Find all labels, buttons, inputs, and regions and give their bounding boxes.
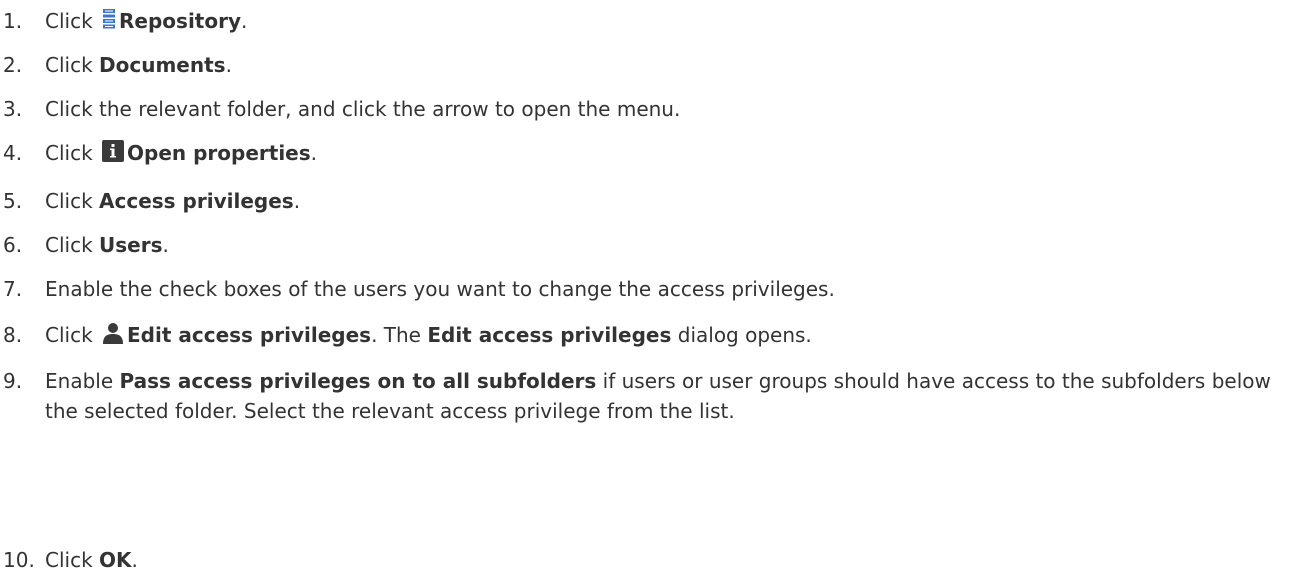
- step-text: Click: [45, 141, 100, 165]
- step-number: 5.: [3, 189, 23, 213]
- user-icon: [102, 322, 124, 352]
- step-number: 4.: [3, 141, 23, 165]
- step-bold-label: Edit access privileges: [127, 323, 372, 347]
- info-icon: [102, 140, 125, 170]
- step-text: Click: [45, 9, 100, 33]
- step-text: Click: [45, 233, 100, 257]
- step-text: Enable: [45, 369, 120, 393]
- step-bold-label: OK: [99, 548, 132, 572]
- step-text: Click: [45, 323, 100, 347]
- step-text: Enable the check boxes of the users you …: [45, 277, 835, 301]
- step-bold-label: Users: [99, 233, 163, 257]
- step-text: Click: [45, 189, 100, 213]
- instruction-steps: 1. Click Repository. 2. Click Documents.…: [0, 0, 1306, 582]
- step-text: Click: [45, 53, 100, 77]
- step-number: 2.: [3, 53, 23, 77]
- step-bold-label: Pass access privileges on to all subfold…: [119, 369, 597, 393]
- step-bold-label: Access privileges: [99, 189, 294, 213]
- step-number: 10.: [3, 548, 35, 572]
- step-number: 8.: [3, 323, 23, 347]
- step-bold-label: Open properties: [127, 141, 311, 165]
- step-text: Click the relevant folder, and click the…: [45, 97, 681, 121]
- step-number: 1.: [3, 9, 23, 33]
- step-number: 6.: [3, 233, 23, 257]
- step-text: Click: [45, 548, 100, 572]
- step-number: 3.: [3, 97, 23, 121]
- repository-icon: [102, 8, 116, 38]
- dialog-name-label: Edit access privileges: [427, 323, 672, 347]
- step-number: 9.: [3, 369, 23, 393]
- step-bold-label: Documents: [99, 53, 226, 77]
- step-number: 7.: [3, 277, 23, 301]
- step-bold-label: Repository: [119, 9, 241, 33]
